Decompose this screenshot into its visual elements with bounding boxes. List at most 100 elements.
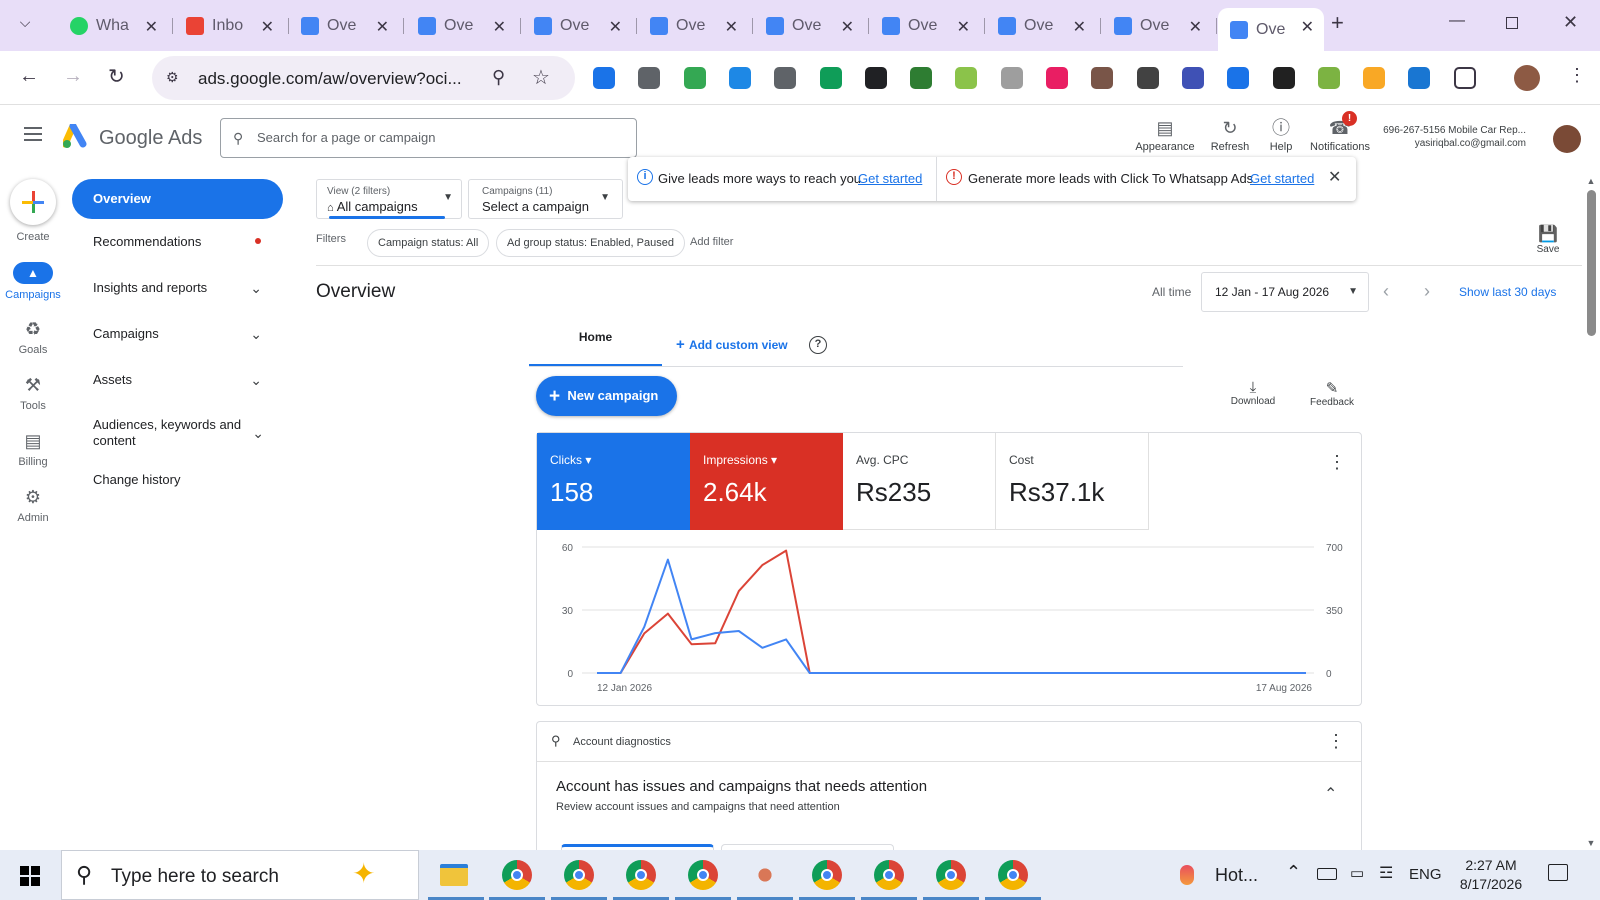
tab-close-icon[interactable]: ✕ (493, 17, 506, 37)
browser-tab[interactable]: Ove ✕ (1218, 8, 1324, 51)
browser-tab[interactable]: Ove ✕ (986, 8, 1096, 44)
chrome-profile-icon[interactable] (626, 860, 656, 890)
refresh-button[interactable]: ↻ Refresh (1209, 117, 1251, 153)
file-explorer-icon[interactable] (440, 864, 468, 886)
metric-avg-cpc[interactable]: Avg. CPC Rs235 (843, 433, 996, 530)
tab-close-icon[interactable]: ✕ (957, 17, 970, 37)
chrome-profile-icon[interactable] (688, 860, 718, 890)
tab-close-icon[interactable]: ✕ (1189, 17, 1202, 37)
back-icon[interactable]: ← (19, 65, 39, 88)
browser-tab[interactable]: Ove ✕ (638, 8, 748, 44)
sidebar-item-overview[interactable]: Overview (72, 179, 283, 219)
forward-icon[interactable]: → (63, 65, 83, 88)
bookmark-star-icon[interactable]: ☆ (532, 65, 550, 90)
global-search-input[interactable]: ⚲ Search for a page or campaign (220, 118, 637, 158)
chrome-profile-icon[interactable] (998, 860, 1028, 890)
display-icon[interactable]: ▭ (1350, 864, 1364, 882)
ext-tag-icon[interactable] (1408, 67, 1431, 89)
appearance-button[interactable]: ▤ Appearance (1135, 117, 1195, 153)
browser-tab[interactable]: Ove ✕ (870, 8, 980, 44)
rail-billing[interactable]: ▤ Billing (0, 431, 66, 468)
window-close-icon[interactable]: ✕ (1563, 12, 1578, 33)
chevron-up-icon[interactable]: ⌃ (1324, 784, 1337, 804)
filter-chip-adgroup-status[interactable]: Ad group status: Enabled, Paused (496, 229, 685, 257)
rail-admin[interactable]: ⚙ Admin (0, 487, 66, 524)
metric-impressions[interactable]: Impressions ▾ 2.64k (690, 433, 843, 530)
claude-app-icon[interactable] (750, 860, 780, 890)
campaign-selector[interactable]: Campaigns (11) Select a campaign ▼ (468, 179, 623, 219)
tab-close-icon[interactable]: ✕ (376, 17, 389, 37)
ext-magnifier-icon[interactable] (864, 67, 887, 89)
ext-bulb-icon[interactable] (1317, 67, 1340, 89)
new-campaign-button[interactable]: + New campaign (536, 376, 677, 416)
font-icon[interactable] (1272, 67, 1295, 89)
notifications-button[interactable]: ☎ Notifications (1308, 117, 1372, 153)
add-custom-view-button[interactable]: + Add custom view (676, 336, 788, 353)
browser-tab[interactable]: Ove ✕ (1102, 8, 1212, 44)
ublock-icon[interactable] (1046, 67, 1068, 89)
sidebar-item-audiences[interactable]: Audiences, keywords and content ⌄ (72, 417, 264, 449)
banner-link-1[interactable]: Get started (858, 171, 922, 186)
chrome-profile-icon[interactable] (936, 860, 966, 890)
close-icon[interactable]: ✕ (1328, 167, 1341, 187)
feedback-button[interactable]: ✎ Feedback (1306, 379, 1358, 408)
tab-close-icon[interactable]: ✕ (261, 17, 274, 37)
windows-start-icon[interactable] (20, 866, 40, 886)
hamburger-menu-icon[interactable] (24, 127, 42, 141)
rail-tools[interactable]: ⚒ Tools (0, 375, 66, 412)
account-info[interactable]: 696-267-5156 Mobile Car Rep... yasiriqba… (1380, 124, 1526, 150)
minimize-icon[interactable]: — (1449, 12, 1465, 30)
scroll-down-icon[interactable]: ▼ (1582, 838, 1600, 848)
add-filter-link[interactable]: Add filter (690, 236, 733, 248)
rail-goals[interactable]: ♻ Goals (0, 319, 66, 356)
extensions-puzzle-icon[interactable] (1453, 67, 1476, 89)
tab-home[interactable]: Home (529, 330, 662, 366)
zoom-icon[interactable]: ⚲ (492, 67, 505, 88)
banner-link-2[interactable]: Get started (1250, 171, 1314, 186)
wifi-icon[interactable]: ☲ (1379, 863, 1393, 883)
browser-tab[interactable]: Ove ✕ (522, 8, 632, 44)
ext-image-icon[interactable] (955, 67, 978, 89)
new-tab-icon[interactable]: + (1331, 10, 1344, 36)
view-selector[interactable]: View (2 filters) ⌂ All campaigns ▼ (316, 179, 462, 219)
omnibox[interactable]: ⚙ ads.google.com/aw/overview?oci... ⚲ ☆ (152, 56, 575, 100)
tab-close-icon[interactable]: ✕ (145, 17, 158, 37)
metric-clicks[interactable]: Clicks ▾ 158 (537, 433, 690, 530)
browser-menu-icon[interactable]: ⋮ (1568, 65, 1586, 86)
tab-close-icon[interactable]: ✕ (1301, 17, 1314, 37)
camera-icon[interactable] (1000, 67, 1023, 89)
clock[interactable]: 2:27 AM 8/17/2026 (1455, 856, 1527, 894)
cookie-icon[interactable] (1091, 67, 1114, 89)
google-translate-icon[interactable] (1227, 67, 1250, 89)
sidebar-item-insights[interactable]: Insights and reports ⌄ (72, 280, 283, 296)
notification-center-icon[interactable] (1548, 864, 1568, 881)
eyedropper-icon[interactable] (1136, 67, 1159, 89)
ext-circle-icon[interactable] (1363, 67, 1386, 89)
show-last-30-days-link[interactable]: Show last 30 days (1459, 285, 1556, 299)
tab-close-icon[interactable]: ✕ (1073, 17, 1086, 37)
weather-text[interactable]: Hot... (1215, 865, 1258, 886)
more-options-icon[interactable]: ⋮ (1327, 731, 1345, 752)
reload-icon[interactable]: ↻ (108, 64, 125, 89)
ext-robot-icon[interactable] (910, 67, 933, 89)
account-avatar[interactable] (1553, 125, 1581, 153)
scrollbar-thumb[interactable] (1587, 190, 1596, 336)
browser-tab[interactable]: Inbo ✕ (174, 8, 284, 44)
next-period-icon[interactable]: › (1424, 281, 1430, 302)
tab-close-icon[interactable]: ✕ (609, 17, 622, 37)
profile-avatar[interactable] (1514, 65, 1540, 91)
date-range-picker[interactable]: 12 Jan - 17 Aug 2026 ▼ (1201, 272, 1369, 312)
more-options-icon[interactable]: ⋮ (1328, 452, 1346, 473)
tab-close-icon[interactable]: ✕ (725, 17, 738, 37)
battery-icon[interactable] (1317, 868, 1337, 880)
rail-campaigns[interactable]: ▲ Campaigns (0, 262, 66, 301)
create-button[interactable]: Create (0, 179, 66, 243)
chrome-profile-icon[interactable] (502, 860, 532, 890)
restore-icon[interactable] (1506, 17, 1518, 29)
page-scrollbar[interactable]: ▲ ▼ (1582, 174, 1600, 850)
sidebar-item-assets[interactable]: Assets ⌄ (72, 372, 283, 388)
download-button[interactable]: ⤓ Download (1227, 379, 1279, 407)
chevron-up-icon[interactable]: ⌃ (1286, 862, 1301, 883)
chrome-profile-icon[interactable] (812, 860, 842, 890)
ext-search-icon[interactable] (593, 67, 615, 89)
